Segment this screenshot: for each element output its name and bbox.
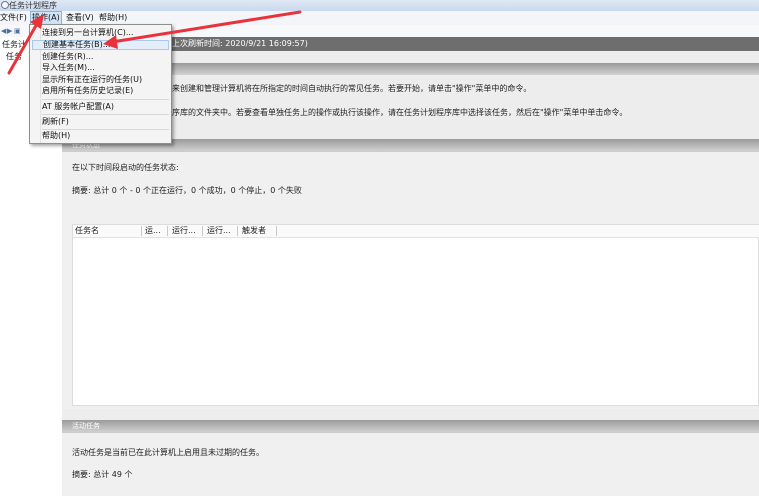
menu-item-create-basic-task[interactable]: 创建基本任务(B)... [32, 40, 169, 50]
console-tree-icon[interactable]: ▣ [14, 27, 21, 35]
menu-item-create-task[interactable]: 创建任务(R)... [42, 52, 93, 62]
table-header: 任务名 运... 运行... 运行... 触发者 [73, 225, 759, 238]
menu-item-help[interactable]: 帮助(H) [42, 131, 70, 141]
menu-item-refresh[interactable]: 刷新(F) [42, 117, 69, 127]
task-scheduler-icon [1, 1, 9, 9]
column-triggered-by[interactable]: 触发者 [242, 225, 266, 237]
active-tasks-section-title: 活动任务 [72, 422, 100, 430]
active-tasks-panel: 活动任务是当前已在此计算机上启用且未过期的任务。 摘要: 总计 49 个 [62, 432, 759, 496]
task-status-panel: 在以下时间段启动的任务状态: 摘要: 总计 0 个 - 0 个正在运行，0 个成… [62, 151, 759, 409]
menu-item-connect-computer[interactable]: 连接到另一台计算机(C)... [42, 28, 133, 38]
overview-text-line2: 序库的文件夹中。若要查看单独任务上的操作或执行该操作，请在任务计划程序库中选择该… [172, 108, 628, 117]
task-status-summary: 摘要: 总计 0 个 - 0 个正在运行，0 个成功，0 个停止，0 个失败 [72, 186, 302, 195]
column-run-result[interactable]: 运... [145, 225, 161, 237]
back-icon[interactable]: ◀ [1, 27, 6, 35]
menu-help[interactable]: 帮助(H) [99, 11, 127, 25]
menu-action[interactable]: 操作(A) [30, 11, 62, 25]
tree-item-task-scheduler[interactable]: 任务计 [2, 39, 26, 50]
column-divider[interactable] [167, 226, 168, 236]
menu-item-import-task[interactable]: 导入任务(M)... [42, 63, 95, 73]
column-divider[interactable] [202, 226, 203, 236]
action-menu-dropdown: 连接到另一台计算机(C)... 创建基本任务(B)... 创建任务(R)... … [29, 24, 172, 144]
column-run-end[interactable]: 运行... [207, 225, 231, 237]
active-tasks-section-bar[interactable]: 活动任务 [62, 420, 759, 432]
menu-file[interactable]: 文件(F) [0, 11, 27, 25]
forward-icon[interactable]: ▶ [7, 27, 12, 35]
tree-item-label: 任务计 [2, 40, 26, 49]
menu-separator [42, 114, 169, 115]
column-divider[interactable] [276, 226, 277, 236]
task-status-table[interactable]: 任务名 运... 运行... 运行... 触发者 [72, 224, 759, 406]
menu-separator [42, 99, 169, 100]
column-divider[interactable] [237, 226, 238, 236]
column-run-start[interactable]: 运行... [172, 225, 196, 237]
column-divider[interactable] [141, 226, 142, 236]
tree-item-label: 任务 [6, 52, 22, 61]
menu-item-show-running-tasks[interactable]: 显示所有正在运行的任务(U) [42, 75, 142, 85]
tree-item-task-library[interactable]: 任务 [6, 51, 22, 62]
task-status-prompt: 在以下时间段启动的任务状态: [72, 163, 179, 172]
title-bar: 任务计划程序 [0, 0, 759, 11]
menu-item-enable-history[interactable]: 启用所有任务历史记录(E) [42, 86, 133, 96]
overview-text-line1: 来创建和管理计算机将在所指定的时间自动执行的常见任务。若要开始，请单击"操作"菜… [172, 84, 532, 93]
active-tasks-description: 活动任务是当前已在此计算机上启用且未过期的任务。 [72, 448, 264, 457]
window-title: 任务计划程序 [9, 1, 57, 10]
menu-separator [42, 129, 169, 130]
active-tasks-summary: 摘要: 总计 49 个 [72, 470, 133, 479]
column-task-name[interactable]: 任务名 [75, 225, 99, 237]
menu-item-at-service-account[interactable]: AT 服务帐户配置(A) [42, 102, 114, 112]
last-refresh-text: 上次刷新时间: 2020/9/21 16:09:57) [172, 39, 308, 48]
menu-view[interactable]: 查看(V) [66, 11, 94, 25]
